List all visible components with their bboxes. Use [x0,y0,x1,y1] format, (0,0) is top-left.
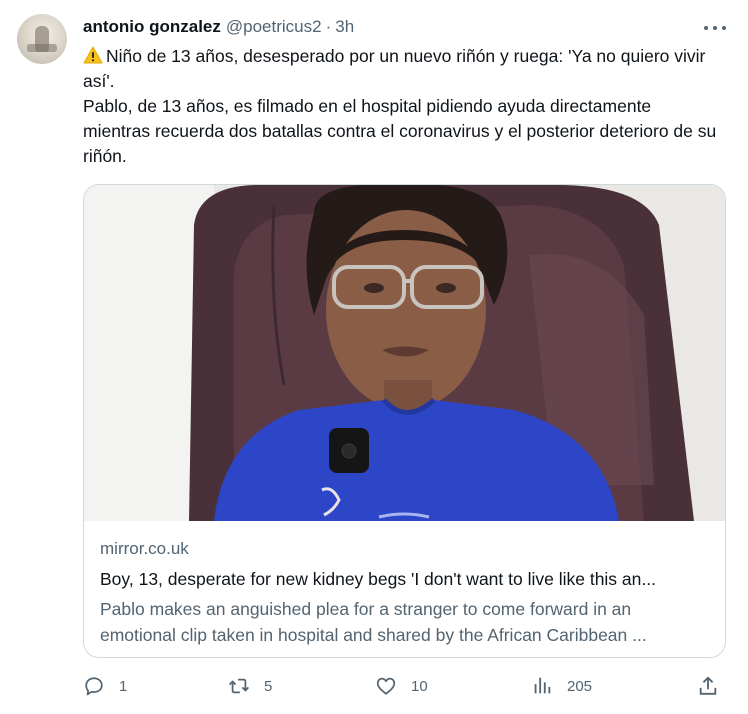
card-image[interactable] [84,185,725,521]
reply-button[interactable]: 1 [83,672,127,700]
heart-icon [376,677,396,695]
avatar[interactable] [17,14,67,64]
retweet-icon [229,678,249,694]
more-horizontal-icon [704,26,708,30]
tweet-line-1: Niño de 13 años, desesperado por un nuev… [83,46,706,91]
timestamp[interactable]: 3h [335,17,354,37]
card-meta: mirror.co.uk Boy, 13, desperate for new … [100,537,709,648]
tweet-text: Niño de 13 años, desesperado por un nuev… [83,44,723,169]
share-icon [699,676,717,695]
views-button[interactable]: 205 [531,672,592,700]
retweet-count: 5 [264,677,273,695]
retweet-button[interactable]: 5 [228,672,272,700]
like-button[interactable]: 10 [375,672,428,700]
tweet-header: antonio gonzalez @poetricus2 · 3h [83,16,354,38]
reply-icon [85,677,103,696]
card-domain: mirror.co.uk [100,539,189,558]
author-handle[interactable]: @poetricus2 [226,17,322,37]
analytics-icon [534,677,551,694]
action-bar: 1 5 10 205 [83,672,728,700]
like-count: 10 [411,677,428,695]
separator-dot: · [325,17,332,36]
author-name[interactable]: antonio gonzalez [83,17,221,37]
card-description: Pablo makes an anguished plea for a stra… [100,599,647,645]
more-options-button[interactable] [704,18,726,38]
link-card[interactable]: mirror.co.uk Boy, 13, desperate for new … [83,184,726,658]
card-title: Boy, 13, desperate for new kidney begs '… [100,569,656,589]
view-count: 205 [567,677,593,695]
reply-count: 1 [119,677,128,695]
share-button[interactable] [697,672,719,700]
tweet[interactable]: antonio gonzalez @poetricus2 · 3h Niño d… [0,0,748,714]
warning-icon [83,46,103,64]
tweet-line-2: Pablo, de 13 años, es filmado en el hosp… [83,96,717,166]
